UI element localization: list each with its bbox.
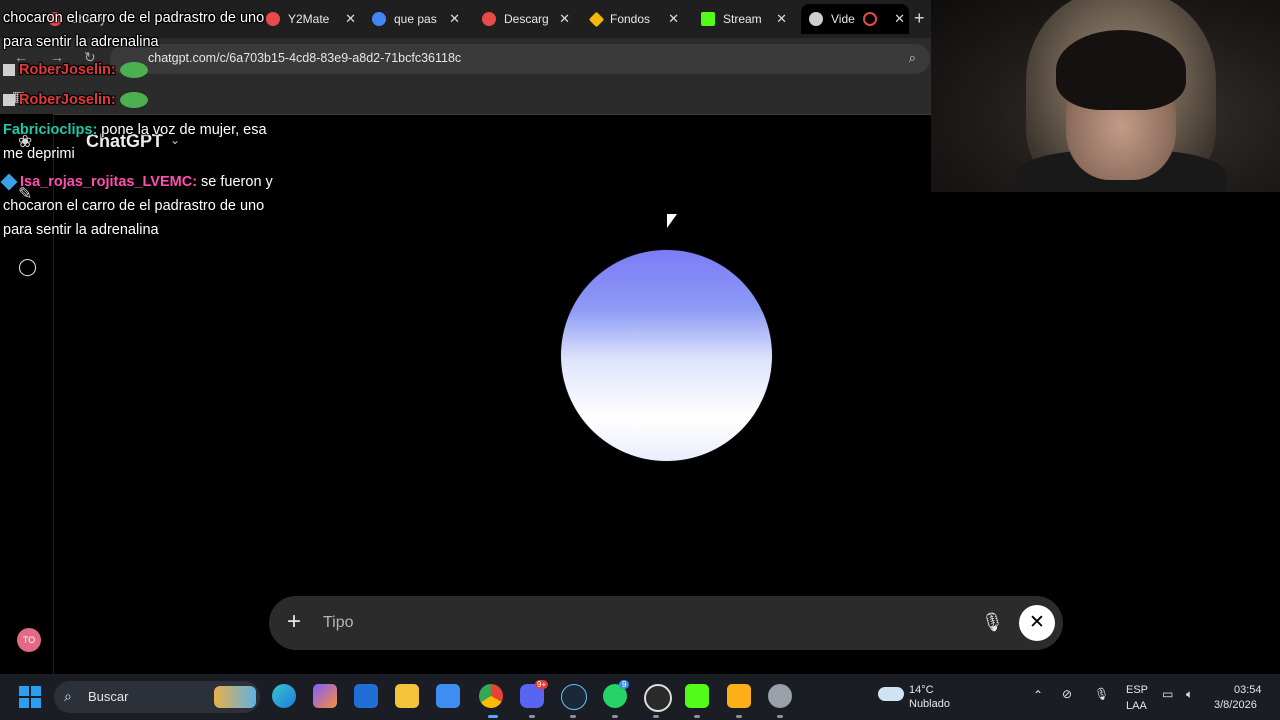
settings-gear-icon[interactable] (768, 684, 792, 708)
edge-icon[interactable] (272, 684, 296, 708)
language-code[interactable]: ESP (1126, 684, 1148, 696)
voice-mode-orb (561, 250, 772, 461)
tab-label: que pas (394, 12, 437, 26)
outlook-icon[interactable] (354, 684, 378, 708)
close-tab-icon[interactable]: ✕ (345, 11, 356, 27)
weather-cloud-icon (878, 687, 904, 701)
subscriber-badge-icon (0, 173, 18, 191)
microphone-tray-icon[interactable]: 🎙︎ (1094, 687, 1109, 701)
tab-label: Vide (831, 12, 855, 26)
recording-icon (863, 12, 877, 26)
mouse-cursor-icon (667, 214, 677, 228)
moderator-badge-icon (3, 94, 15, 107)
stream-chat-message: Fabricioclips: pone la voz de mujer, esa… (3, 118, 267, 166)
tab-y2mate[interactable]: Y2Mate ✕ (266, 4, 356, 34)
network-off-icon[interactable]: ⊘ (1062, 687, 1072, 701)
search-icon: ⌕ (64, 688, 72, 704)
notification-badge: 9 (619, 680, 630, 689)
stream-chat-message: RoberJoselin: (3, 88, 148, 112)
notification-badge: 9+ (535, 680, 549, 689)
chat-username: RoberJoselin: (19, 92, 116, 108)
running-indicator (653, 715, 659, 718)
google-icon (372, 12, 386, 26)
tab-label: Fondos (610, 12, 651, 26)
running-indicator (570, 715, 576, 718)
new-tab-icon[interactable]: + (914, 8, 925, 29)
chrome-icon[interactable] (479, 684, 503, 708)
tab-favicon (482, 12, 496, 26)
store-icon[interactable] (436, 684, 460, 708)
chat-username: RoberJoselin: (19, 62, 116, 78)
weather-condition[interactable]: Nublado (909, 698, 950, 710)
tab-favicon (266, 12, 280, 26)
chat-line: para sentir la adrenalina (3, 34, 159, 50)
windows-start-icon[interactable] (19, 686, 41, 708)
rockstar-icon[interactable] (727, 684, 751, 708)
steam-icon[interactable] (561, 684, 587, 710)
pepe-emote-icon (119, 92, 148, 109)
tab-label: Stream (723, 12, 762, 26)
clock-date[interactable]: 3/8/2026 (1214, 699, 1257, 711)
close-tab-icon[interactable]: ✕ (776, 11, 787, 27)
running-indicator (529, 715, 535, 718)
chat-line: chocaron el carro de el padrastro de uno (3, 10, 265, 26)
display-icon[interactable]: ▭ (1162, 687, 1173, 701)
tab-label: Y2Mate (288, 12, 330, 26)
close-tab-icon[interactable]: ✕ (668, 11, 679, 27)
taskbar-search[interactable]: ⌕ Buscar (54, 681, 260, 713)
webcam-hair (1056, 30, 1186, 110)
chat-text: chocaron el carro de el padrastro de uno (3, 198, 265, 214)
close-tab-icon[interactable]: ✕ (449, 11, 460, 27)
tab-fondos[interactable]: Fondos ✕ (588, 4, 679, 34)
tab-que-pas[interactable]: que pas ✕ (372, 4, 460, 34)
webcam-overlay (931, 0, 1280, 192)
composer-input[interactable]: Tipo (323, 614, 354, 632)
pepe-emote-icon (119, 62, 148, 79)
running-indicator (694, 715, 700, 718)
running-indicator (777, 715, 783, 718)
weather-temp[interactable]: 14°C (909, 684, 934, 696)
chat-username: Fabricioclips: (3, 122, 98, 138)
copilot-icon[interactable] (313, 684, 337, 708)
kick-icon[interactable] (685, 684, 709, 708)
volume-icon[interactable]: 🔈︎ (1186, 687, 1193, 702)
clock-time[interactable]: 03:54 (1234, 684, 1262, 696)
chatgpt-favicon (809, 12, 823, 26)
composer-bar: + Tipo 🎙︎ ✕ (269, 596, 1063, 650)
stream-chat-message: Isa_rojas_rojitas_LVEMC: se fueron y cho… (0, 170, 273, 242)
avatar[interactable]: TO (17, 628, 41, 652)
keyboard-layout[interactable]: LAA (1126, 700, 1147, 712)
running-indicator (488, 715, 498, 718)
search-label: Buscar (88, 689, 129, 704)
stream-chat-message: RoberJoselin: (3, 58, 148, 82)
windows-taskbar: ⌕ Buscar 9+ 9 14°C Nublado ⌃ ⊘ 🎙︎ ESP LA… (0, 674, 1280, 720)
microphone-icon[interactable]: 🎙︎ (981, 612, 1004, 633)
stream-chat-message: chocaron el carro de el padrastro de uno… (3, 6, 264, 54)
chat-text: para sentir la adrenalina (3, 222, 159, 238)
tab-video-active[interactable]: Vide ✕ (801, 4, 909, 34)
chat-bubble-icon[interactable]: ◯ (18, 257, 37, 277)
binance-icon (588, 11, 605, 27)
file-explorer-icon[interactable] (395, 684, 419, 708)
search-highlight-art (214, 686, 256, 708)
kick-icon (701, 12, 715, 26)
tab-descarg[interactable]: Descarg ✕ (482, 4, 570, 34)
close-tab-icon[interactable]: ✕ (559, 11, 570, 27)
end-voice-button[interactable]: ✕ (1019, 605, 1055, 641)
add-attachment-icon[interactable]: + (287, 608, 301, 636)
chat-username: Isa_rojas_rojitas_LVEMC: (20, 174, 198, 190)
obs-icon[interactable] (644, 684, 672, 712)
close-tab-icon[interactable]: ✕ (894, 11, 905, 27)
running-indicator (612, 715, 618, 718)
tab-label: Descarg (504, 12, 549, 26)
zoom-icon[interactable]: ⌕ (909, 50, 916, 66)
chat-text: pone la voz de mujer, esa (97, 122, 267, 138)
tab-stream[interactable]: Stream ✕ (701, 4, 787, 34)
moderator-badge-icon (3, 64, 15, 77)
chat-text: se fueron y (197, 174, 273, 190)
chat-text: me deprimi (3, 146, 75, 162)
chevron-up-icon[interactable]: ⌃ (1033, 688, 1043, 702)
running-indicator (736, 715, 742, 718)
